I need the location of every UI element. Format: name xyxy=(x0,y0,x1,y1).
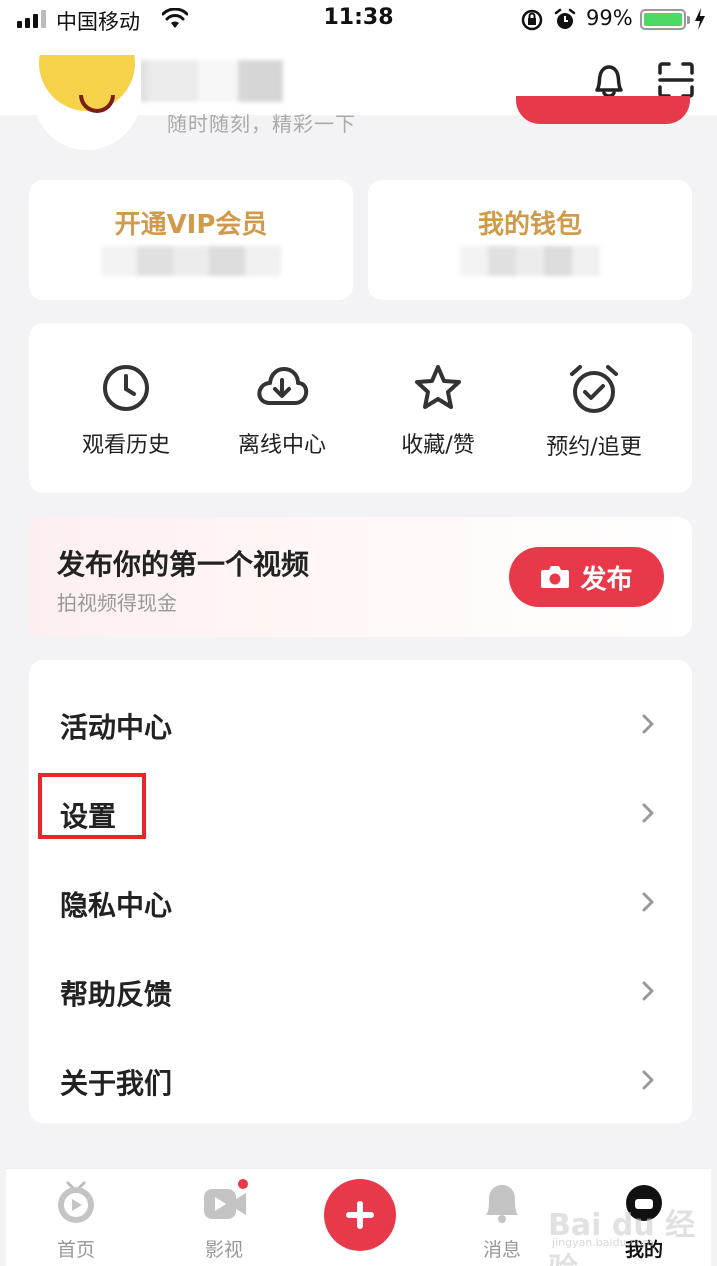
nav-label: 消息 xyxy=(482,1239,521,1261)
publish-button-label: 发布 xyxy=(580,564,633,595)
vip-title: 开通VIP会员 xyxy=(114,210,268,240)
blurred-wallet-info xyxy=(460,246,600,276)
alarm-check-icon xyxy=(570,365,618,413)
tool-reservations[interactable]: 预约/追更 xyxy=(519,363,669,461)
chevron-right-icon xyxy=(642,1070,654,1090)
chevron-right-icon xyxy=(642,892,654,912)
tool-label: 收藏/赞 xyxy=(401,433,475,458)
plus-icon[interactable] xyxy=(324,1179,396,1251)
nav-home[interactable]: 首页 xyxy=(26,1179,126,1262)
publish-subtitle: 拍视频得现金 xyxy=(57,591,177,615)
watermark-url: jingyan.baidu.com xyxy=(552,1236,654,1249)
scan-icon[interactable] xyxy=(656,60,696,100)
menu-item-privacy-center[interactable]: 隐私中心 xyxy=(29,848,692,936)
charging-icon xyxy=(695,8,705,30)
notification-dot xyxy=(236,1177,250,1191)
wallet-card[interactable]: 我的钱包 xyxy=(368,180,692,300)
vip-card[interactable]: 开通VIP会员 xyxy=(29,180,353,300)
tool-offline-center[interactable]: 离线中心 xyxy=(207,363,357,459)
rotation-lock-icon xyxy=(521,9,543,31)
watermark: Bai du 经验 xyxy=(548,1208,696,1266)
publish-card: 发布你的第一个视频 拍视频得现金 发布 xyxy=(29,517,692,637)
avatar[interactable] xyxy=(33,55,141,150)
battery-percent: 99% xyxy=(586,6,633,30)
home-play-icon xyxy=(58,1181,94,1223)
star-icon xyxy=(415,365,461,409)
menu-item-about-us[interactable]: 关于我们 xyxy=(29,1026,692,1114)
camera-icon xyxy=(541,566,570,588)
tool-favorites[interactable]: 收藏/赞 xyxy=(363,363,513,459)
message-icon xyxy=(486,1185,518,1223)
nav-label: 影视 xyxy=(204,1239,243,1261)
tool-label: 观看历史 xyxy=(81,433,170,458)
chevron-right-icon xyxy=(642,803,654,823)
tool-watch-history[interactable]: 观看历史 xyxy=(51,363,201,459)
profile-subtitle: 随时随刻，精彩一下 xyxy=(167,112,356,136)
chevron-right-icon xyxy=(642,714,654,734)
publish-button[interactable]: 发布 xyxy=(509,547,664,607)
alarm-icon xyxy=(554,8,576,29)
nav-messages[interactable]: 消息 xyxy=(452,1179,552,1262)
tools-card: 观看历史 离线中心 收藏/赞 预约/追更 xyxy=(29,323,692,493)
nav-label: 首页 xyxy=(56,1239,95,1261)
clock-icon xyxy=(103,365,149,411)
menu-item-label: 隐私中心 xyxy=(60,889,173,922)
wallet-title: 我的钱包 xyxy=(477,210,582,240)
menu-item-activity-center[interactable]: 活动中心 xyxy=(29,670,692,758)
menu-item-label: 帮助反馈 xyxy=(60,978,173,1011)
cloud-download-icon xyxy=(257,367,309,405)
chevron-right-icon xyxy=(642,981,654,1001)
menu-item-label: 活动中心 xyxy=(60,711,173,744)
publish-title: 发布你的第一个视频 xyxy=(57,548,310,581)
menu-item-label: 关于我们 xyxy=(60,1067,173,1100)
tool-label: 离线中心 xyxy=(237,433,326,458)
menu-card: 活动中心 设置 隐私中心 帮助反馈 关于我们 xyxy=(29,660,692,1123)
status-bar: 中国移动 11:38 99% xyxy=(0,0,717,40)
tool-label: 预约/追更 xyxy=(546,435,642,460)
settings-highlight-box xyxy=(38,773,146,839)
profile-action-button[interactable] xyxy=(516,96,690,124)
battery-icon xyxy=(640,9,690,30)
menu-item-help-feedback[interactable]: 帮助反馈 xyxy=(29,937,692,1025)
blurred-vip-info xyxy=(101,246,281,276)
nav-movies[interactable]: 影视 xyxy=(174,1177,274,1262)
